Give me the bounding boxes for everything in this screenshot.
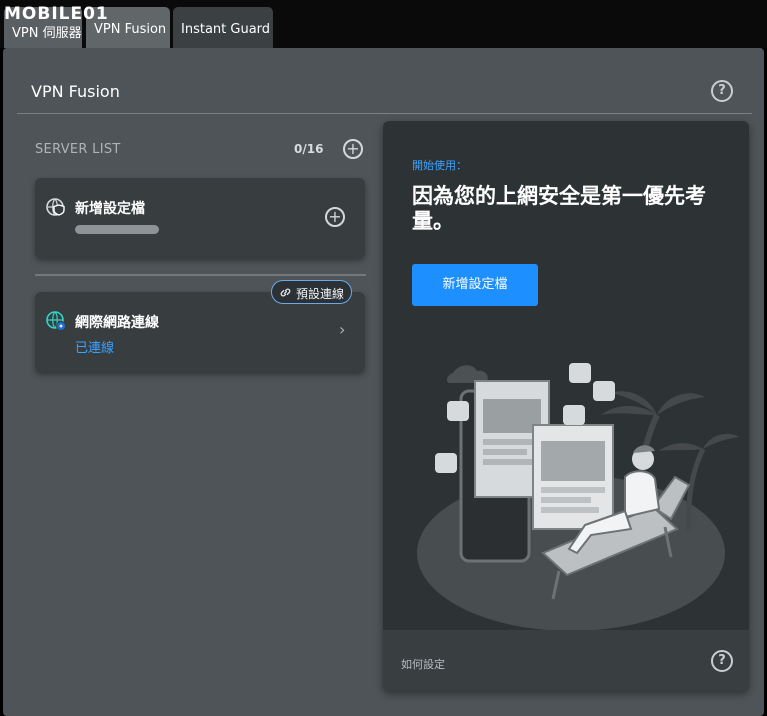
getting-started-pane: 開始使用： 因為您的上網安全是第一優先考量。 新增設定檔 如何設定 ?: [383, 121, 749, 691]
add-profile-button[interactable]: +: [325, 207, 345, 227]
link-icon: [280, 288, 291, 297]
add-server-button[interactable]: +: [343, 139, 363, 159]
default-connection-label: 預設連線: [296, 287, 345, 301]
help-icon[interactable]: ?: [711, 80, 733, 102]
default-connection-badge: 預設連線: [271, 280, 352, 304]
title-divider: [17, 113, 752, 114]
internet-connection-card[interactable]: 網際網路連線 已連線 ›: [35, 292, 365, 372]
vpn-fusion-panel: VPN Fusion ? SERVER LIST 0/16 + 新增設定檔 + …: [3, 48, 764, 716]
placeholder-bar: [75, 225, 159, 234]
watermark-logo: MOBILE01: [4, 4, 109, 24]
promo-footer: 如何設定 ?: [383, 630, 749, 691]
vpn-illustration: [417, 363, 739, 631]
add-profile-cta-button[interactable]: 新增設定檔: [412, 264, 538, 306]
promo-heading: 因為您的上網安全是第一優先考量。: [412, 184, 706, 233]
internet-connection-title: 網際網路連線: [75, 315, 159, 331]
server-list-label: SERVER LIST: [35, 142, 121, 157]
add-profile-card[interactable]: 新增設定檔 +: [35, 178, 365, 258]
connection-status: 已連線: [75, 341, 115, 356]
tab-bar: MOBILE01 VPN 伺服器 VPN Fusion Instant Guar…: [0, 0, 767, 48]
server-count: 0/16: [294, 142, 324, 156]
page-title: VPN Fusion: [31, 82, 120, 101]
tab-instant-guard[interactable]: Instant Guard: [173, 7, 273, 48]
shield-globe-icon: [46, 198, 65, 216]
chevron-right-icon[interactable]: ›: [339, 320, 345, 339]
how-to-setup-link[interactable]: 如何設定: [401, 656, 445, 672]
question-circle-icon[interactable]: ?: [711, 650, 733, 672]
add-profile-title: 新增設定檔: [75, 201, 145, 217]
getting-started-kicker: 開始使用：: [412, 159, 467, 172]
list-divider: [35, 274, 366, 276]
globe-icon: [46, 311, 66, 331]
